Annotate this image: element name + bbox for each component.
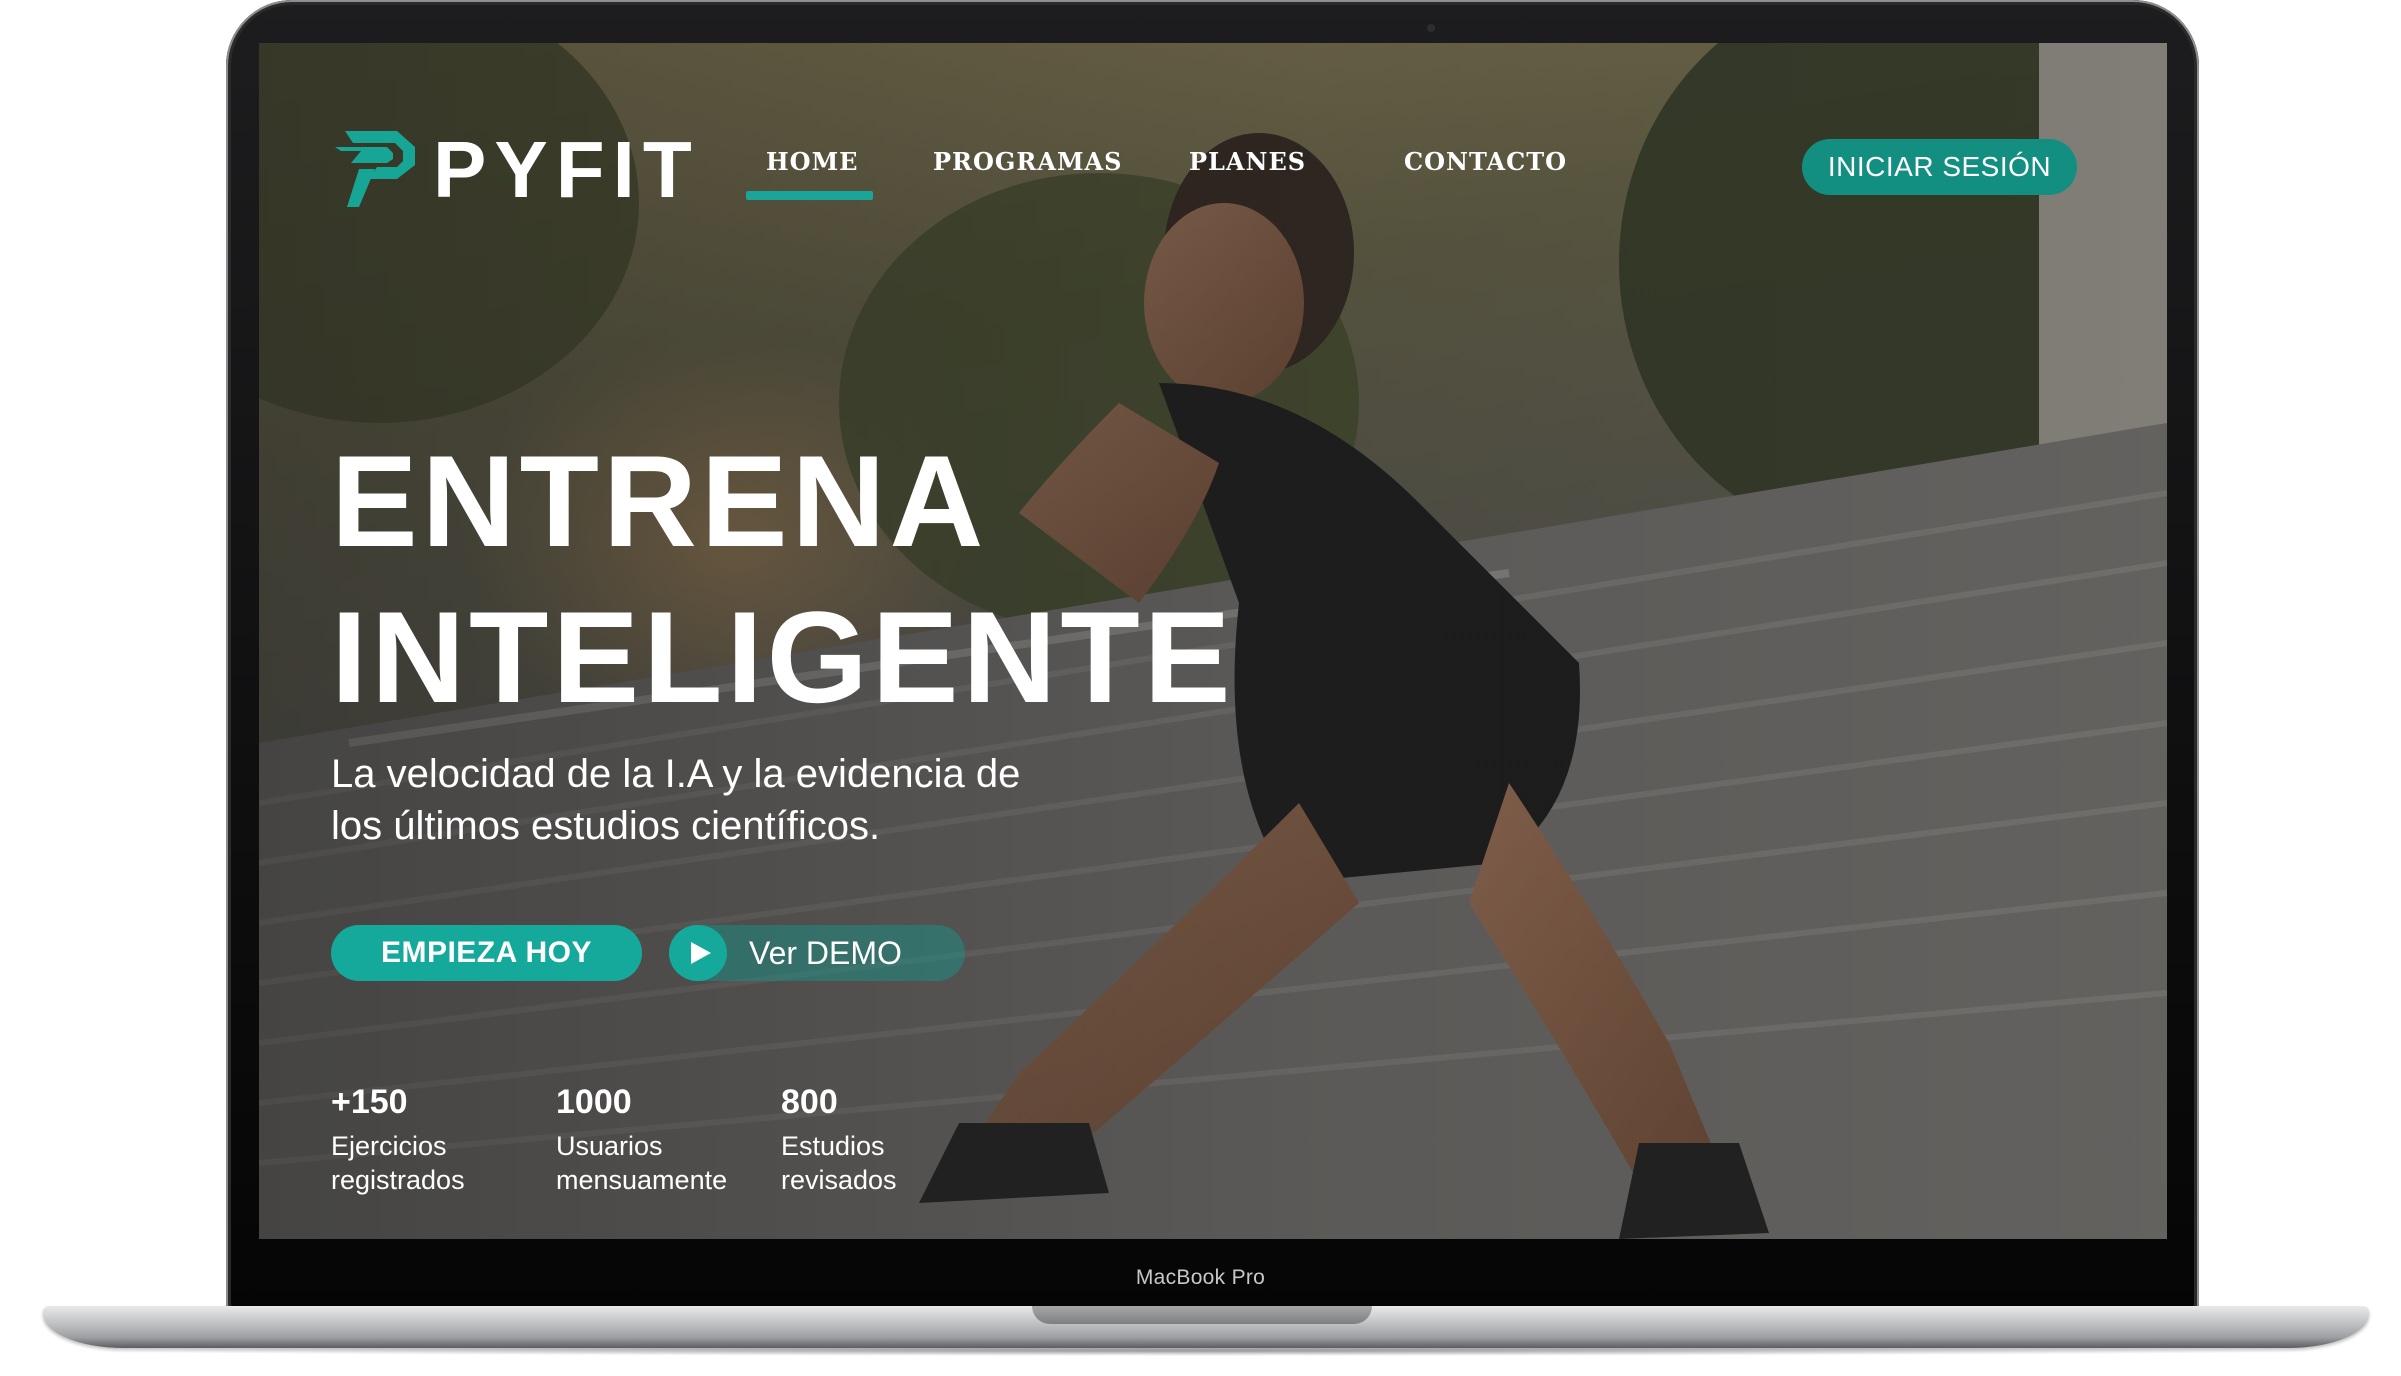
hero-title: ENTRENA INTELIGENTE [331,423,1234,735]
camera-icon [1427,24,1435,32]
pyfit-logo-text: PYFIT [433,125,700,214]
stat-label: Estudios revisados [781,1131,897,1195]
laptop-brand-label: MacBook Pro [1135,1266,1266,1289]
start-today-button[interactable]: EMPIEZA HOY [331,925,642,981]
stat-value: 800 [781,1083,838,1121]
watch-demo-button[interactable]: Ver DEMO [669,925,965,981]
laptop-notch [1032,1306,1372,1324]
nav-item-contacto[interactable]: CONTACTO [1404,147,1567,176]
stat-users: 1000 Usuarios mensuamente [556,1081,727,1197]
login-button[interactable]: INICIAR SESIÓN [1802,139,2077,195]
hero-subtitle-line-2: los últimos estudios científicos. [331,804,881,848]
pyfit-logo[interactable]: PYFIT [331,125,700,215]
stat-exercises: +150 Ejercicios registrados [331,1081,465,1197]
stat-value: 1000 [556,1083,632,1121]
stat-value: +150 [331,1083,408,1121]
nav-item-home[interactable]: HOME [766,147,858,176]
hero-title-line-2: INTELIGENTE [331,584,1235,730]
landing-page: PYFIT HOME PROGRAMAS PLANES CONTACTO INI… [259,43,2167,1239]
play-icon [669,925,727,981]
stat-label: Usuarios mensuamente [556,1131,728,1195]
browser-viewport: PYFIT HOME PROGRAMAS PLANES CONTACTO INI… [259,43,2167,1239]
nav-active-indicator [746,191,873,200]
stat-studies: 800 Estudios revisados [781,1081,897,1197]
stat-label: Ejercicios registrados [331,1131,465,1195]
watch-demo-label: Ver DEMO [749,934,902,971]
nav-item-programas[interactable]: PROGRAMAS [933,147,1122,176]
hero-subtitle: La velocidad de la I.A y la evidencia de… [331,748,1111,852]
nav-item-planes[interactable]: PLANES [1189,147,1306,176]
hero-subtitle-line-1: La velocidad de la I.A y la evidencia de [331,752,1021,796]
pyfit-logo-mark-icon [335,131,415,207]
hero-title-line-1: ENTRENA [331,428,988,574]
